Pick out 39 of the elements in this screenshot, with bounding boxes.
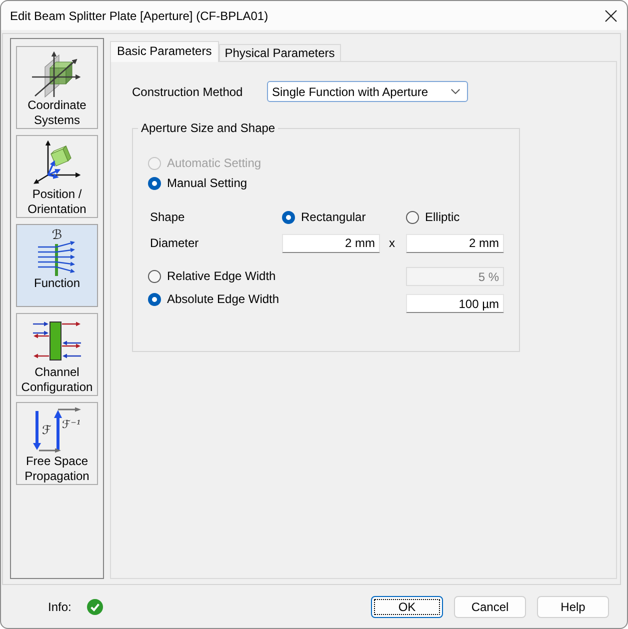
down-arrow-icon <box>33 411 41 450</box>
tab[interactable]: Basic Parameters <box>110 41 219 62</box>
radio-button[interactable]: Absolute Edge Width <box>148 290 280 308</box>
sidebar-item[interactable]: Position / Orientation <box>16 135 98 218</box>
right-arrow-icon <box>58 407 81 412</box>
dialog-button[interactable]: OK <box>371 596 443 618</box>
dialog-button[interactable]: Cancel <box>454 596 526 618</box>
info-label: Info: <box>48 600 72 614</box>
chevron-down-icon <box>451 89 460 94</box>
up-arrow-icon <box>54 410 62 450</box>
field-label: Shape <box>149 210 185 224</box>
arrows-through-plate-icon <box>38 241 75 276</box>
radio-button[interactable]: Elliptic <box>406 210 460 224</box>
field-label: Diameter <box>149 236 199 250</box>
input-field[interactable]: 2 mm <box>282 234 380 252</box>
sidebar-item[interactable]: Coordinate Systems <box>16 46 98 129</box>
sidebar-item[interactable]: ℱ ℱ⁻¹ Free Space Propagation <box>16 402 98 485</box>
sidebar-item[interactable]: Channel Configuration <box>16 313 98 396</box>
dropdown[interactable]: Single Function with Aperture <box>267 81 468 102</box>
radio-button[interactable]: Relative Edge Width <box>148 267 276 286</box>
dialog-button[interactable]: Help <box>537 596 609 618</box>
close-icon[interactable] <box>605 10 617 22</box>
sidebar-item[interactable]: ℬ Function <box>16 224 98 307</box>
input-field[interactable]: 100 µm <box>406 294 504 313</box>
field-label: Construction Method <box>132 84 244 98</box>
math-symbol: ℱ <box>42 423 52 437</box>
group-title: Aperture Size and Shape <box>138 121 278 136</box>
tab[interactable]: Physical Parameters <box>218 44 341 61</box>
axes-cube-icon <box>32 50 82 98</box>
window-title: Edit Beam Splitter Plate [Aperture] (CF-BPLA01) <box>10 8 268 22</box>
radio-button[interactable]: Manual Setting <box>148 176 248 190</box>
channel-arrows-icon <box>33 321 81 361</box>
radio-button[interactable]: Rectangular <box>282 210 366 224</box>
math-symbol: ℱ⁻¹ <box>62 418 81 431</box>
separator-text: x <box>389 236 395 250</box>
axes-cube-icon <box>32 139 82 187</box>
right-arrow-icon <box>39 448 61 453</box>
input-field[interactable]: 2 mm <box>406 234 504 252</box>
math-symbol: ℬ <box>52 228 62 243</box>
